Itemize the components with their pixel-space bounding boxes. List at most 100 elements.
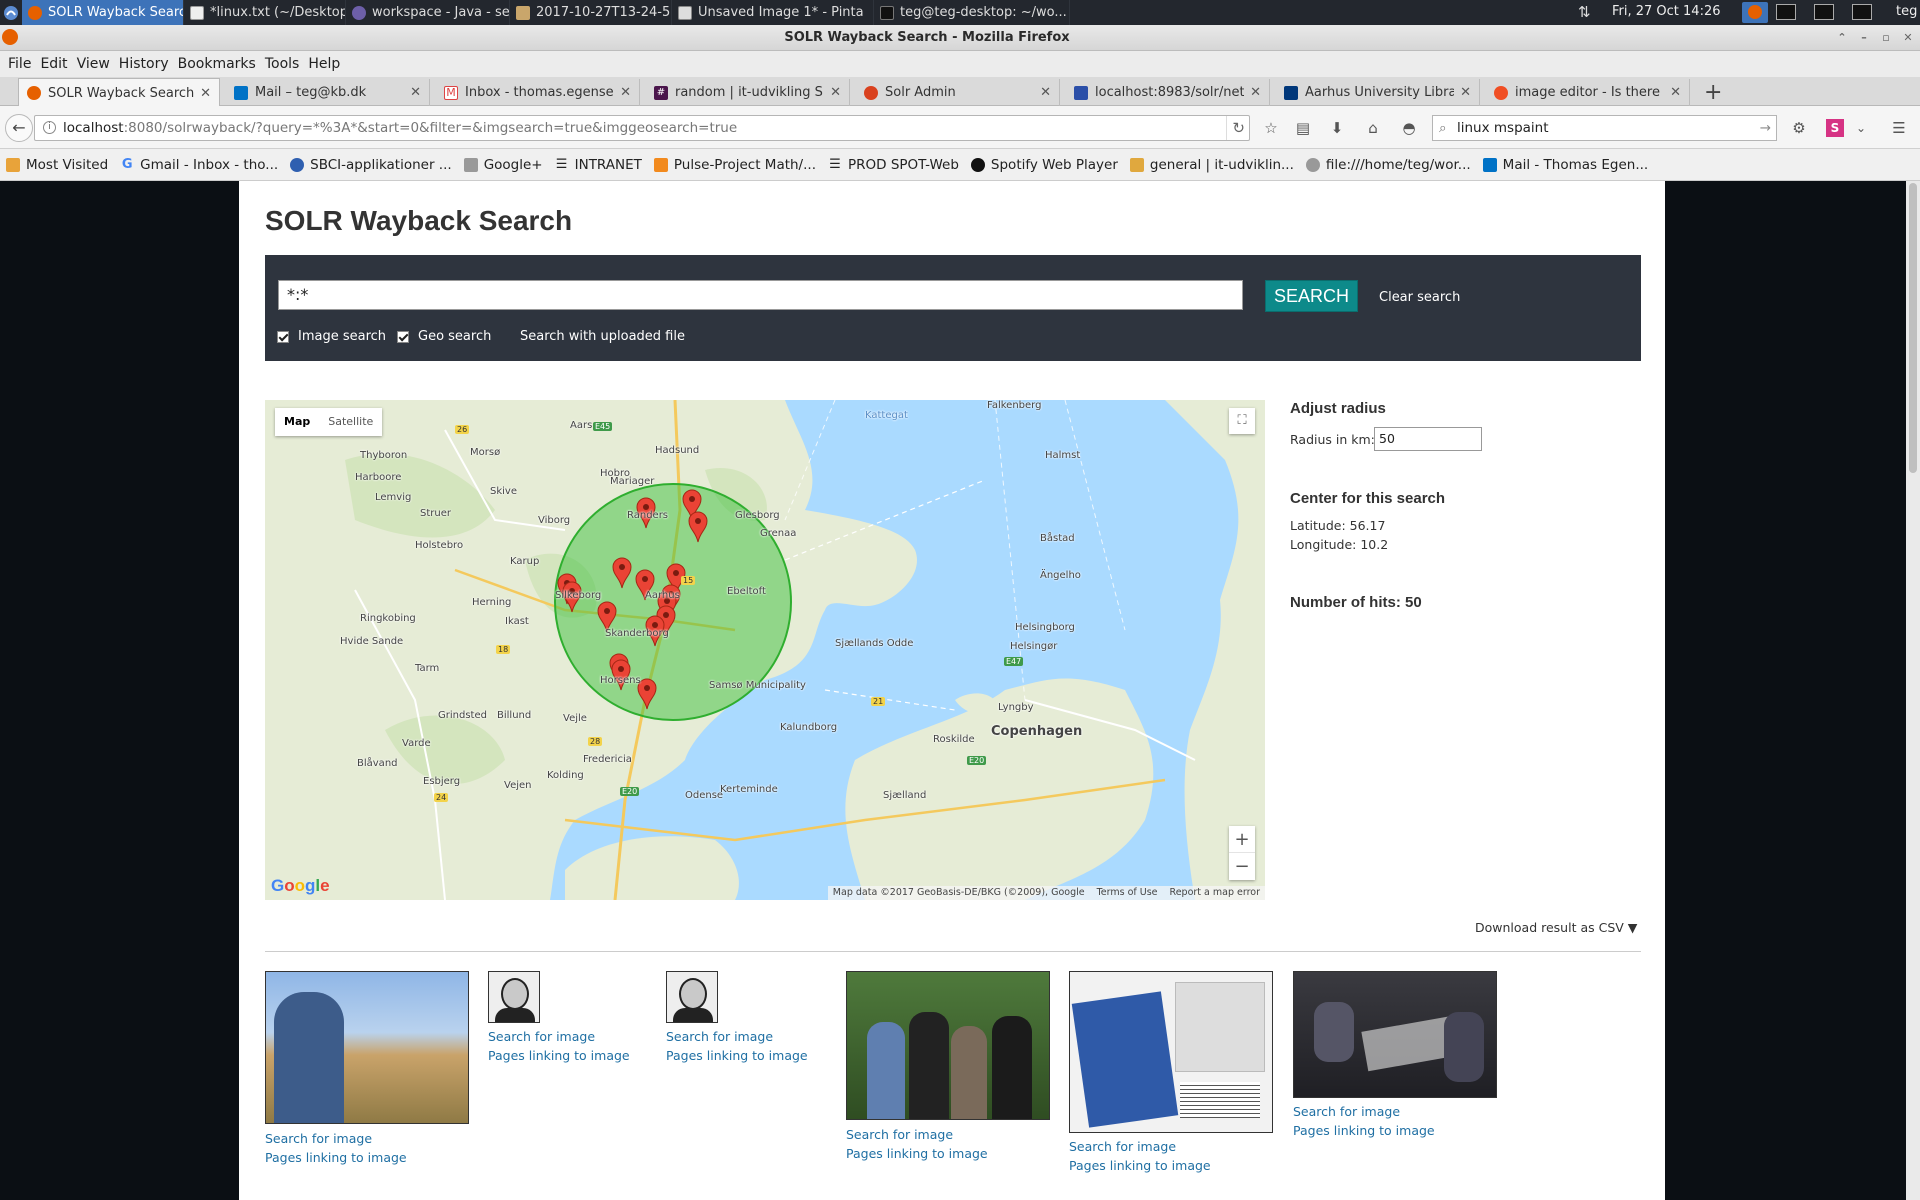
map-type-map[interactable]: Map: [275, 408, 319, 436]
result-image-2[interactable]: [488, 971, 540, 1023]
checkbox-checked-icon[interactable]: [397, 330, 409, 343]
page-scrollbar[interactable]: [1906, 181, 1920, 1200]
pages-linking-link[interactable]: Pages linking to image: [666, 1048, 808, 1063]
map-marker-icon[interactable]: [688, 511, 708, 543]
search-for-image-link[interactable]: Search for image: [1293, 1104, 1400, 1119]
extension-s-icon[interactable]: S: [1826, 119, 1844, 137]
maximize-icon[interactable]: ▫: [1878, 30, 1894, 46]
search-for-image-link[interactable]: Search for image: [488, 1029, 595, 1044]
web-search-input[interactable]: ⌕ linux mspaint →: [1432, 115, 1777, 141]
url-bar[interactable]: i localhost:8080/solrwayback/?query=*%3A…: [34, 115, 1250, 141]
new-tab-icon[interactable]: +: [1704, 80, 1722, 105]
bookmark-mail[interactable]: Mail - Thomas Egen...: [1482, 157, 1648, 173]
close-tab-icon[interactable]: ✕: [1460, 85, 1471, 100]
geo-search-checkbox[interactable]: Geo search: [397, 329, 491, 344]
bookmark-spotify[interactable]: Spotify Web Player: [970, 157, 1118, 173]
bookmark-sbci[interactable]: SBCI-applikationer ...: [290, 157, 452, 173]
tab-inbox[interactable]: M Inbox - thomas.egense ✕: [436, 79, 640, 106]
map-type-satellite[interactable]: Satellite: [319, 408, 382, 436]
menu-edit[interactable]: Edit: [40, 56, 76, 72]
close-tab-icon[interactable]: ✕: [200, 86, 211, 101]
close-tab-icon[interactable]: ✕: [1250, 85, 1261, 100]
taskbar-item-folder[interactable]: 2017-10-27T13-24-59Z: [510, 0, 672, 25]
zoom-in-icon[interactable]: +: [1229, 826, 1255, 853]
taskbar-item-eclipse[interactable]: workspace - Java - sear...: [346, 0, 510, 25]
go-arrow-icon[interactable]: →: [1760, 116, 1771, 140]
result-image-5[interactable]: [1069, 971, 1273, 1133]
pages-linking-link[interactable]: Pages linking to image: [1293, 1123, 1435, 1138]
bookmark-gmail[interactable]: G Gmail - Inbox - tho...: [120, 157, 278, 173]
bookmark-star-icon[interactable]: ☆: [1262, 119, 1280, 137]
reload-icon[interactable]: ↻: [1226, 116, 1245, 140]
taskbar-item-firefox[interactable]: SOLR Wayback Search -...: [22, 0, 184, 25]
result-image-3[interactable]: [666, 971, 718, 1023]
zoom-control[interactable]: + −: [1229, 826, 1255, 880]
search-for-image-link[interactable]: Search for image: [846, 1127, 953, 1142]
tab-localhost[interactable]: localhost:8983/solr/net ✕: [1066, 79, 1270, 106]
search-for-image-link[interactable]: Search for image: [265, 1131, 372, 1146]
back-icon[interactable]: ←: [5, 114, 33, 142]
taskbar-item-text-editor[interactable]: *linux.txt (~/Desktop/o...: [184, 0, 346, 25]
result-image-6[interactable]: [1293, 971, 1497, 1098]
radius-input[interactable]: 50: [1374, 427, 1482, 451]
tab-image-editor[interactable]: image editor - Is there ✕: [1486, 79, 1690, 106]
result-image-4[interactable]: [846, 971, 1050, 1120]
search-input[interactable]: *:*: [278, 280, 1243, 310]
checkbox-checked-icon[interactable]: [277, 330, 289, 343]
menu-view[interactable]: View: [77, 56, 119, 72]
tab-mail[interactable]: Mail – teg@kb.dk ✕: [226, 79, 430, 106]
tab-aarhus[interactable]: Aarhus University Libra ✕: [1276, 79, 1480, 106]
upload-file-link[interactable]: Search with uploaded file: [520, 329, 685, 344]
bookmark-general[interactable]: general | it-udviklin...: [1129, 157, 1294, 173]
user-name[interactable]: teg: [1896, 4, 1917, 19]
menu-history[interactable]: History: [119, 56, 178, 72]
menu-bookmarks[interactable]: Bookmarks: [178, 56, 265, 72]
download-icon[interactable]: ⬇: [1328, 119, 1346, 137]
menu-file[interactable]: File: [8, 56, 40, 72]
extension-icon[interactable]: ⚙: [1790, 119, 1808, 137]
bookmark-google-plus[interactable]: Google+: [463, 157, 543, 173]
reading-list-icon[interactable]: ▤: [1294, 119, 1312, 137]
tray-firefox-icon[interactable]: [1742, 2, 1768, 23]
tray-terminal-icon[interactable]: [1852, 4, 1872, 20]
taskbar-item-pinta[interactable]: Unsaved Image 1* - Pinta: [672, 0, 874, 25]
search-for-image-link[interactable]: Search for image: [666, 1029, 773, 1044]
menu-help[interactable]: Help: [308, 56, 349, 72]
close-icon[interactable]: ✕: [1900, 30, 1916, 46]
terms-link[interactable]: Terms of Use: [1097, 886, 1158, 900]
scrollbar-thumb[interactable]: [1909, 183, 1917, 473]
tab-solr-admin[interactable]: Solr Admin ✕: [856, 79, 1060, 106]
tab-random[interactable]: # random | it-udvikling S ✕: [646, 79, 850, 106]
bookmark-file[interactable]: file:///home/teg/wor...: [1305, 157, 1471, 173]
map[interactable]: Aars Hadsund Hobro Mariager Thyboron Harboore…: [265, 400, 1265, 900]
clear-search-link[interactable]: Clear search: [1379, 290, 1460, 305]
bookmark-most-visited[interactable]: Most Visited: [6, 157, 108, 173]
map-type-control[interactable]: Map Satellite: [275, 408, 383, 436]
bookmark-pulse[interactable]: Pulse-Project Math/...: [653, 157, 816, 173]
network-icon[interactable]: ⇅: [1578, 3, 1591, 21]
pages-linking-link[interactable]: Pages linking to image: [265, 1150, 407, 1165]
tray-terminal-icon[interactable]: [1814, 4, 1834, 20]
pages-linking-link[interactable]: Pages linking to image: [488, 1048, 630, 1063]
map-marker-icon[interactable]: [612, 557, 632, 589]
close-tab-icon[interactable]: ✕: [410, 85, 421, 100]
tab-solr-wayback[interactable]: SOLR Wayback Search ✕: [18, 78, 220, 107]
close-tab-icon[interactable]: ✕: [620, 85, 631, 100]
info-icon[interactable]: i: [43, 121, 56, 134]
tray-terminal-icon[interactable]: [1776, 4, 1796, 20]
close-tab-icon[interactable]: ✕: [1040, 85, 1051, 100]
image-search-checkbox[interactable]: Image search: [277, 329, 386, 344]
fullscreen-icon[interactable]: ⛶: [1229, 408, 1255, 434]
close-tab-icon[interactable]: ✕: [1670, 85, 1681, 100]
zoom-out-icon[interactable]: −: [1229, 853, 1255, 880]
pocket-icon[interactable]: ◓: [1400, 119, 1418, 137]
result-image-1[interactable]: [265, 971, 469, 1124]
window-up-icon[interactable]: ⌃: [1834, 30, 1850, 46]
hamburger-menu-icon[interactable]: ☰: [1890, 119, 1908, 137]
close-tab-icon[interactable]: ✕: [830, 85, 841, 100]
app-menu-icon[interactable]: [0, 0, 22, 25]
taskbar-item-terminal[interactable]: teg@teg-desktop: ~/wo...: [874, 0, 1070, 25]
pages-linking-link[interactable]: Pages linking to image: [846, 1146, 988, 1161]
pages-linking-link[interactable]: Pages linking to image: [1069, 1158, 1211, 1173]
chevron-down-icon[interactable]: ⌄: [1852, 119, 1870, 137]
